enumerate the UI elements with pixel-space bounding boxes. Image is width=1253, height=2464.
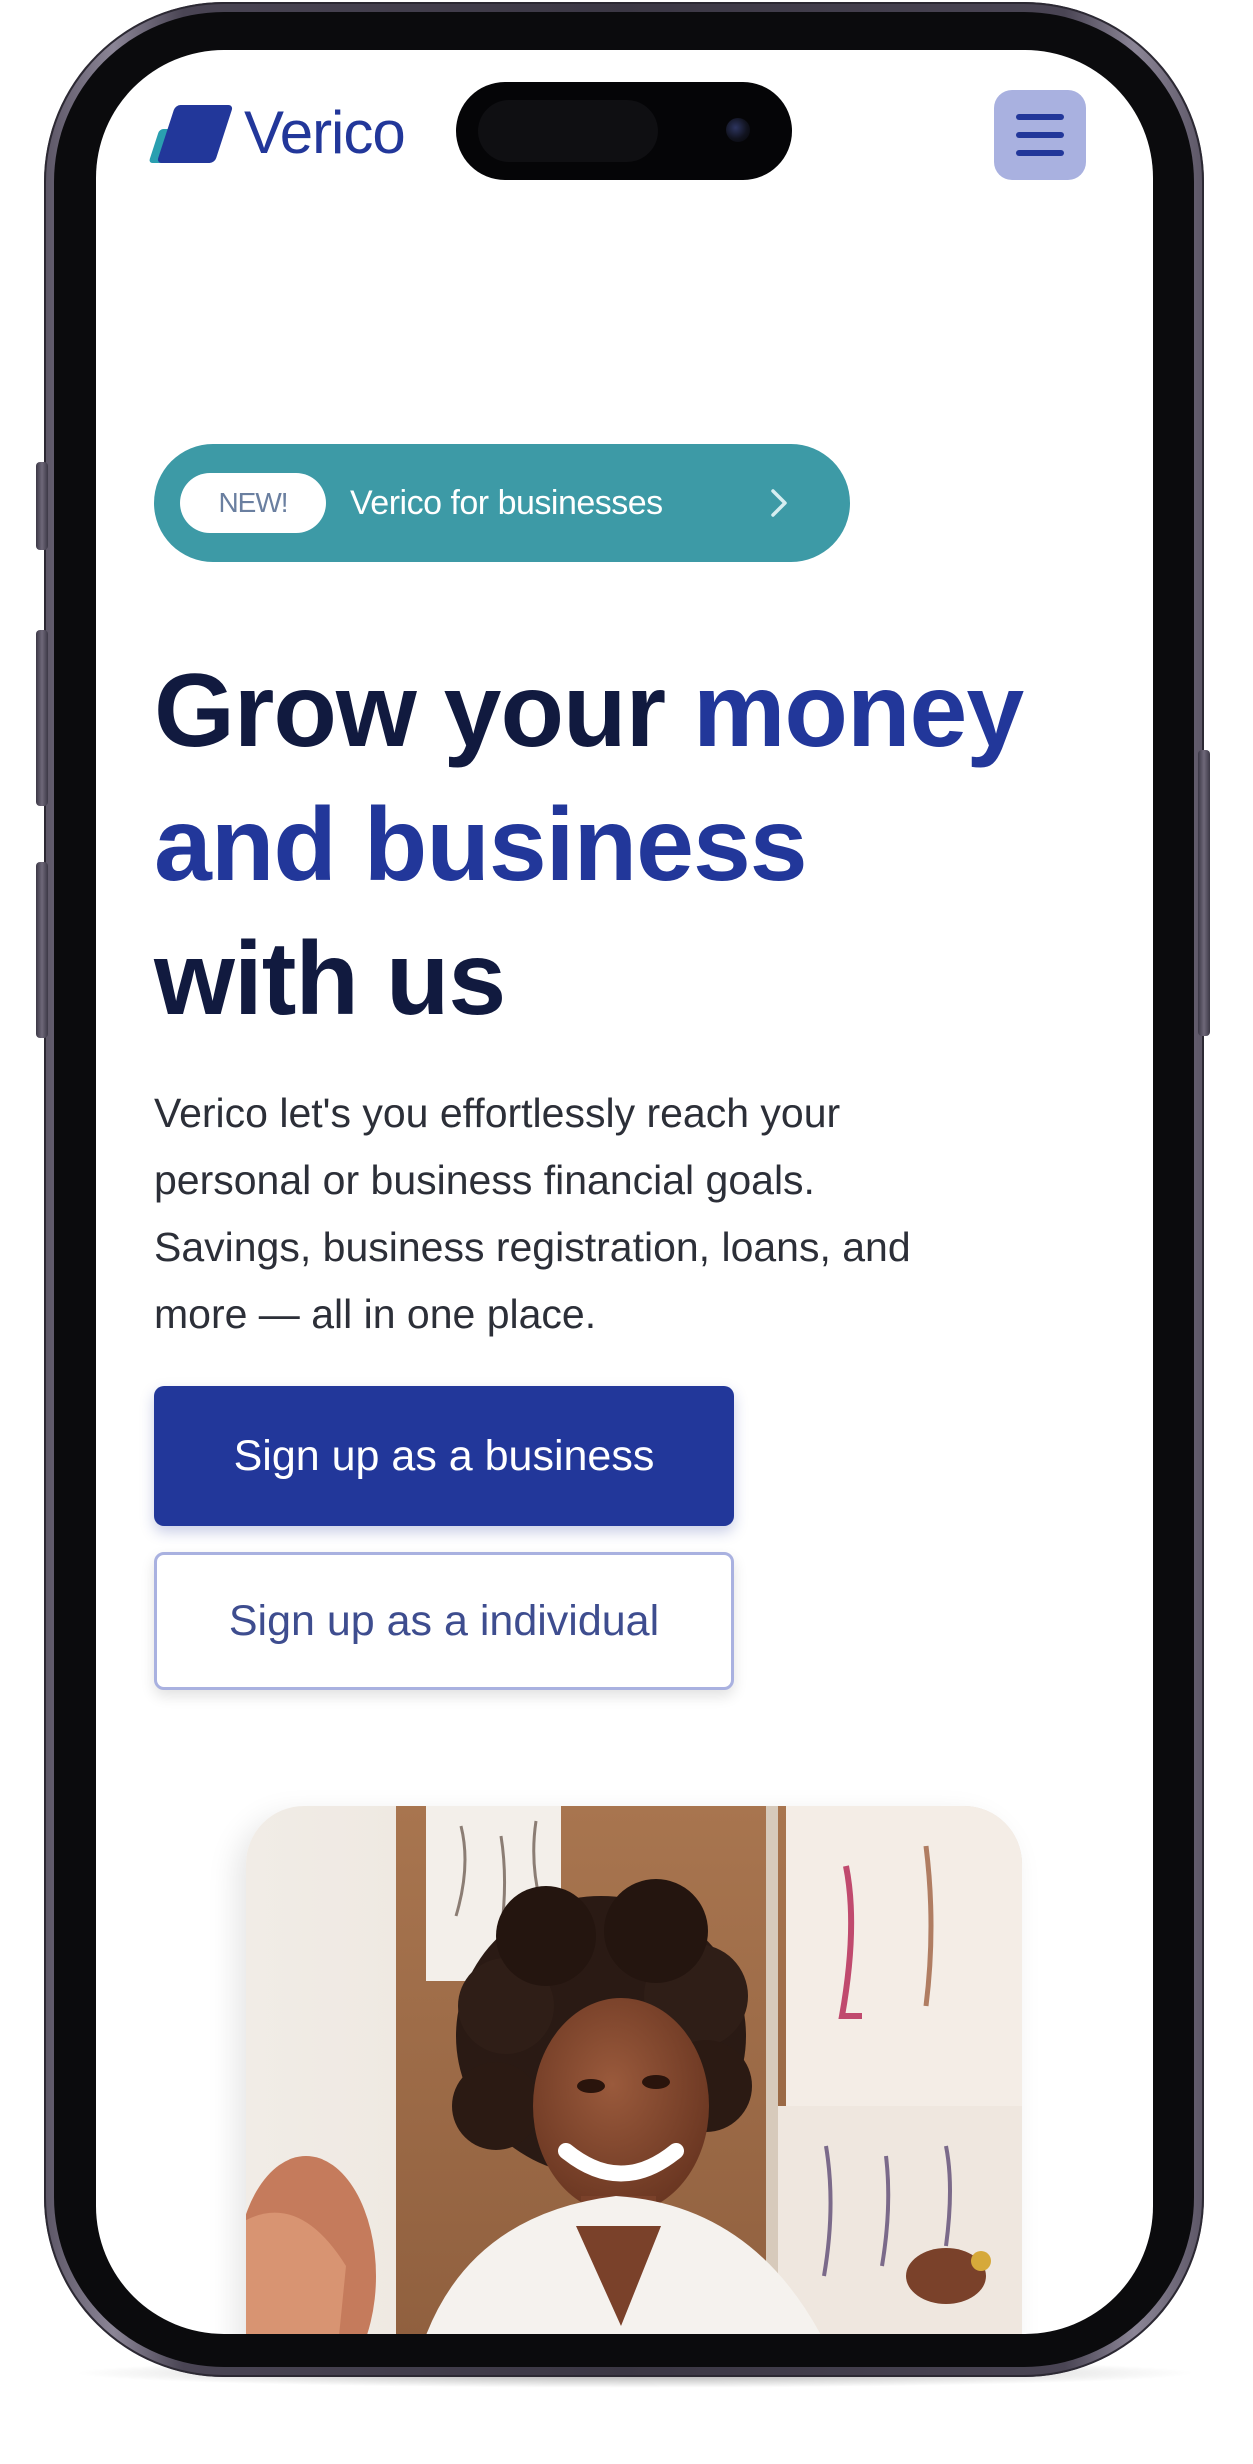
sign-up-individual-button[interactable]: Sign up as a individual	[154, 1552, 734, 1690]
headline-part-4: with us	[154, 921, 506, 1037]
hero-image	[246, 1806, 1022, 2334]
phone-volume-down-button	[36, 862, 48, 1038]
woman-smiling-photo	[246, 1806, 1022, 2334]
device-mockup: Verico NEW! Verico for businesses Grow y…	[0, 0, 1253, 2464]
badge-label: Verico for businesses	[350, 483, 663, 522]
logo-mark-icon	[148, 103, 234, 163]
chevron-right-icon	[771, 489, 787, 517]
hero-headline: Grow your money and business with us	[154, 644, 1134, 1046]
announcement-badge[interactable]: NEW! Verico for businesses	[154, 444, 850, 562]
front-camera-icon	[726, 118, 750, 142]
phone-action-button	[36, 462, 48, 550]
headline-highlight-business: and business	[154, 787, 808, 903]
headline-highlight-money: money	[692, 653, 1024, 769]
phone-volume-up-button	[36, 630, 48, 806]
hero-description: Verico let's you effortlessly reach your…	[154, 1090, 911, 1337]
headline-part-1: Grow your	[154, 653, 693, 769]
new-tag: NEW!	[180, 473, 326, 533]
hamburger-menu-icon	[1016, 114, 1064, 120]
brand-logo[interactable]: Verico	[148, 98, 406, 167]
hamburger-menu-button[interactable]	[994, 90, 1086, 180]
dynamic-island	[456, 82, 792, 180]
brand-name: Verico	[244, 99, 406, 166]
phone-screen: Verico NEW! Verico for businesses Grow y…	[96, 50, 1153, 2334]
sign-up-business-button[interactable]: Sign up as a business	[154, 1386, 734, 1526]
phone-power-button	[1198, 750, 1210, 1036]
